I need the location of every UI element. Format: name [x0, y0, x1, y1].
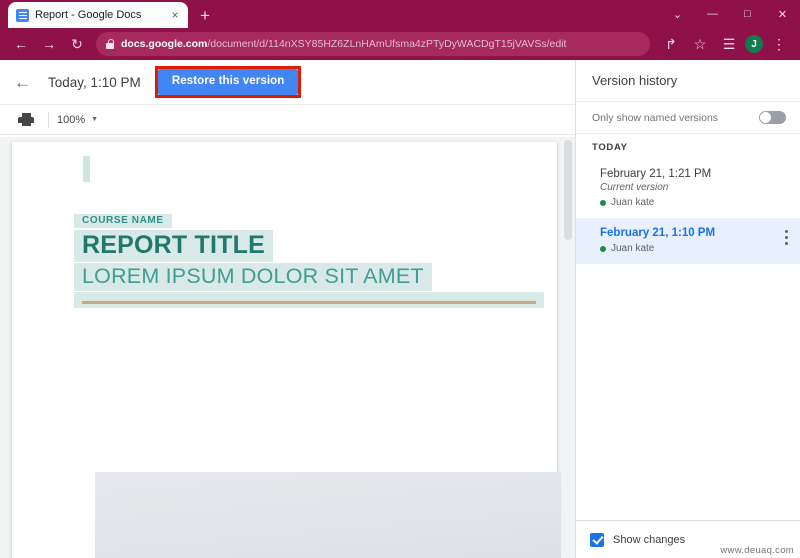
browser-window: Report - Google Docs × + ⌄ — □ ✕ ← → ↻ d…: [0, 0, 800, 558]
close-window-icon[interactable]: ✕: [765, 0, 800, 28]
chevron-down-icon: ▼: [91, 116, 99, 123]
author-name: Juan kate: [611, 197, 655, 208]
edit-marker: [83, 156, 90, 182]
named-versions-label: Only show named versions: [592, 111, 719, 124]
selected-version-date: Today, 1:10 PM: [48, 74, 141, 90]
browser-menu-icon[interactable]: ⋮: [766, 31, 792, 57]
show-changes-label: Show changes: [613, 533, 686, 546]
version-author: Juan kate: [600, 197, 790, 208]
named-versions-row[interactable]: Only show named versions: [576, 102, 800, 134]
address-bar-url: docs.google.com/document/d/114nXSY85HZ6Z…: [121, 38, 566, 50]
named-versions-toggle[interactable]: [759, 111, 786, 124]
author-name: Juan kate: [611, 243, 655, 254]
new-tab-button[interactable]: +: [192, 2, 218, 28]
watermark: www.deuaq.com: [720, 545, 794, 556]
forward-icon[interactable]: →: [36, 31, 62, 57]
tab-title: Report - Google Docs: [35, 9, 142, 21]
extension-icon[interactable]: ☰: [716, 31, 742, 57]
document-scrollbar[interactable]: [564, 140, 572, 240]
doc-subtitle: LOREM IPSUM DOLOR SIT AMET: [74, 263, 432, 291]
version-day-label: TODAY: [592, 142, 628, 153]
version-author: Juan kate: [600, 243, 790, 254]
zoom-value: 100%: [57, 113, 86, 126]
version-subtitle: Current version: [600, 182, 669, 193]
bookmark-star-icon[interactable]: ☆: [687, 31, 713, 57]
show-changes-checkbox[interactable]: [590, 532, 604, 547]
restore-button-highlight: Restore this version: [154, 66, 302, 98]
version-list-item[interactable]: February 21, 1:21 PM Current version Jua…: [576, 159, 800, 218]
tab-strip: Report - Google Docs × + ⌄ — □ ✕: [0, 0, 800, 28]
version-list: TODAY February 21, 1:21 PM Current versi…: [576, 134, 800, 520]
window-controls: ⌄ — □ ✕: [660, 0, 800, 28]
version-timestamp: February 21, 1:10 PM: [600, 227, 716, 239]
version-list-item-selected[interactable]: February 21, 1:10 PM Juan kate: [576, 218, 800, 264]
doc-course-name: COURSE NAME: [74, 214, 172, 228]
document-page: COURSE NAME REPORT TITLE LOREM IPSUM DOL…: [12, 142, 561, 558]
browser-tab[interactable]: Report - Google Docs ×: [8, 2, 188, 28]
maximize-icon[interactable]: □: [730, 0, 765, 28]
share-icon[interactable]: ↱: [658, 31, 684, 57]
document-content: COURSE NAME REPORT TITLE LOREM IPSUM DOL…: [74, 210, 547, 308]
back-to-document-icon[interactable]: ←: [14, 74, 34, 91]
back-icon[interactable]: ←: [8, 31, 34, 57]
restore-this-version-button[interactable]: Restore this version: [157, 69, 299, 95]
version-timestamp: February 21, 1:21 PM: [600, 168, 712, 180]
avatar[interactable]: J: [745, 35, 763, 53]
doc-horizontal-rule: [82, 301, 536, 304]
tab-search-icon[interactable]: ⌄: [660, 0, 695, 28]
doc-title: REPORT TITLE: [74, 230, 273, 262]
version-history-footer: Show changes www.deuaq.com: [576, 520, 800, 558]
url-path: /document/d/114nXSY85HZ6ZLnHAmUfsma4zPTy…: [207, 38, 567, 50]
toolbar-divider: [48, 111, 49, 128]
version-history-title: Version history: [576, 60, 800, 102]
address-bar[interactable]: docs.google.com/document/d/114nXSY85HZ6Z…: [96, 32, 650, 56]
close-tab-icon[interactable]: ×: [168, 8, 182, 22]
print-icon[interactable]: [18, 113, 34, 126]
author-color-dot: [600, 245, 606, 252]
document-preview-area: COURSE NAME REPORT TITLE LOREM IPSUM DOL…: [0, 137, 575, 558]
minimize-icon[interactable]: —: [695, 0, 730, 28]
browser-toolbar: ← → ↻ docs.google.com/document/d/114nXSY…: [0, 28, 800, 60]
zoom-select[interactable]: 100% ▼: [57, 114, 98, 126]
version-history-panel: Version history Only show named versions…: [575, 60, 800, 558]
toolbar-actions: ↱ ☆ ☰ J ⋮: [658, 31, 792, 57]
reload-icon[interactable]: ↻: [64, 31, 90, 57]
lock-icon: [106, 39, 115, 49]
version-more-options-icon[interactable]: [785, 230, 788, 245]
url-domain: docs.google.com: [121, 38, 208, 50]
google-docs-icon: [16, 8, 29, 22]
author-color-dot: [600, 199, 606, 206]
doc-rule-wrap: [74, 292, 544, 308]
doc-photo: [95, 472, 561, 558]
